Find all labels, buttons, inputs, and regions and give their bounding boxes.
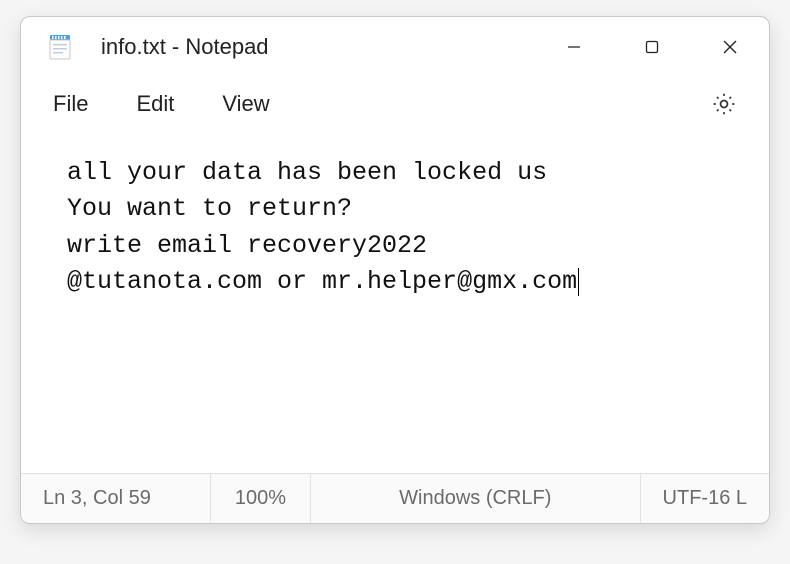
statusbar: Ln 3, Col 59 100% Windows (CRLF) UTF-16 … [21,473,769,523]
settings-button[interactable] [711,91,737,117]
menu-file[interactable]: File [53,91,88,117]
notepad-icon [47,34,73,60]
menu-edit[interactable]: Edit [136,91,174,117]
menubar: File Edit View [21,77,769,135]
menu-view[interactable]: View [222,91,269,117]
text-editor-area[interactable]: all your data has been locked us You wan… [21,135,769,473]
status-zoom[interactable]: 100% [211,474,311,523]
maximize-button[interactable] [613,17,691,77]
minimize-button[interactable] [535,17,613,77]
window-controls [535,17,769,77]
editor-text: all your data has been locked us You wan… [67,158,577,296]
text-caret [578,268,579,296]
status-encoding: UTF-16 L [641,474,769,523]
titlebar: info.txt - Notepad [21,17,769,77]
gear-icon [711,91,737,117]
notepad-window: info.txt - Notepad File Edit View all yo… [20,16,770,524]
status-line-ending: Windows (CRLF) [311,474,641,523]
close-button[interactable] [691,17,769,77]
window-title: info.txt - Notepad [101,34,535,60]
status-cursor-position: Ln 3, Col 59 [21,474,211,523]
